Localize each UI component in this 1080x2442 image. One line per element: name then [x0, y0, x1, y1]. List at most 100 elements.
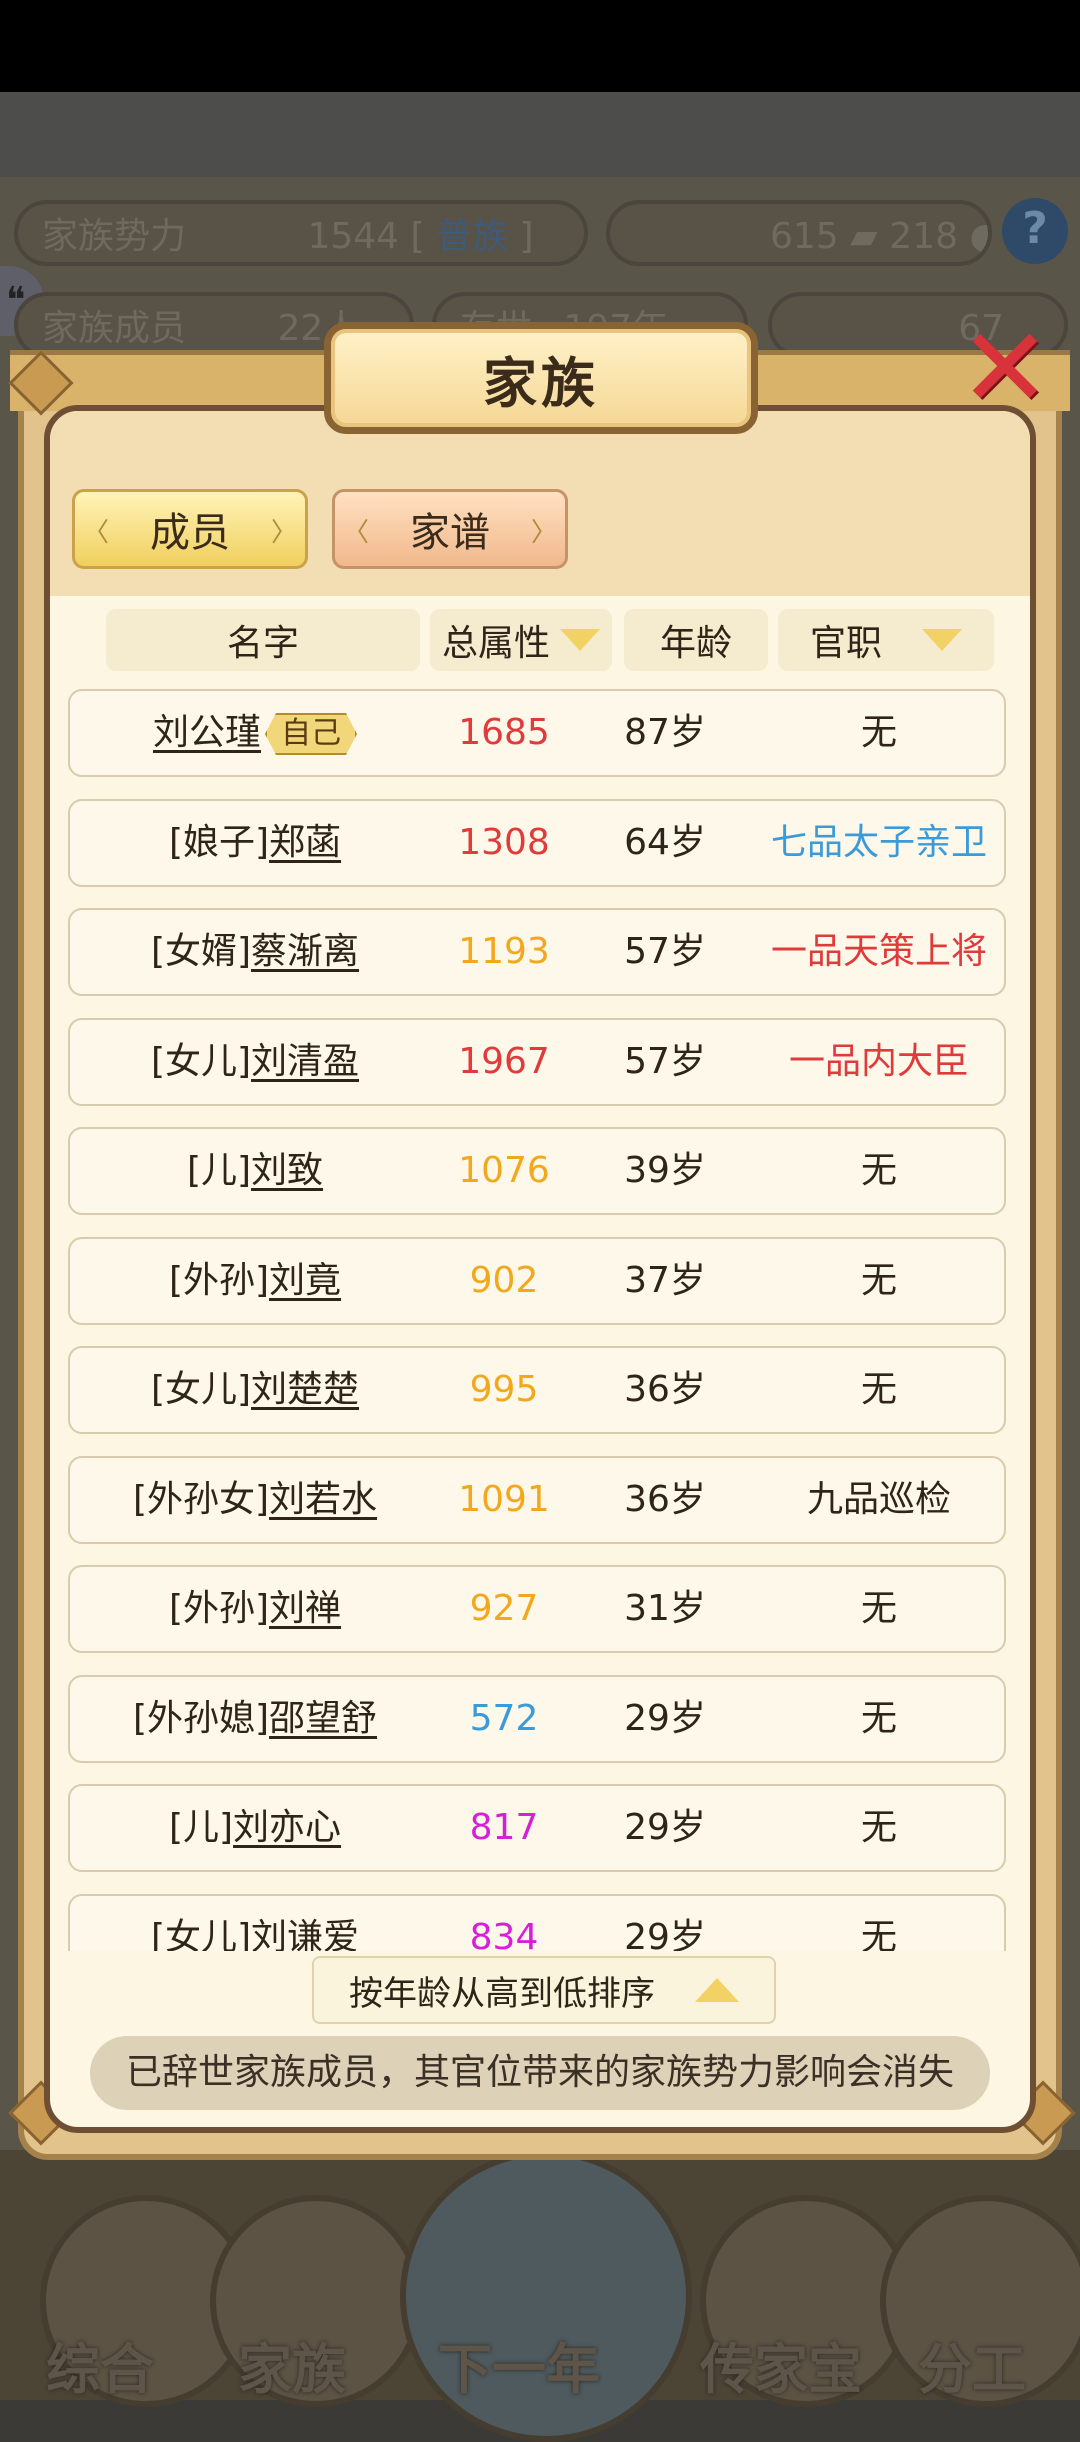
- member-position: 一品天策上将: [770, 931, 987, 972]
- member-list[interactable]: 刘公瑾 自己 1685 87岁无 [娘子]郑菡 1308 64岁 七品太子亲卫 [女婿]蔡渐离 1…: [50, 689, 1030, 1952]
- member-row[interactable]: [外孙]刘竟 902 37岁 无: [68, 1236, 1006, 1325]
- column-header-name-label: 名字: [226, 623, 299, 664]
- member-position: 无: [860, 1259, 897, 1301]
- member-position: 七品太子亲卫: [770, 821, 987, 863]
- member-attr: 834: [469, 1916, 539, 1952]
- member-row[interactable]: [儿]刘亦心 817 29岁 无: [68, 1784, 1006, 1872]
- member-row[interactable]: [女儿]刘谦爱 834 29岁 无: [68, 1893, 1006, 1952]
- member-name-link[interactable]: 刘禅: [269, 1588, 341, 1629]
- nav-label-division: 分工: [918, 2338, 1026, 2401]
- dialog-title: 家族: [483, 351, 599, 415]
- member-name-link[interactable]: 郑菡: [269, 822, 341, 863]
- tab-family-tree-label: 家谱: [410, 510, 490, 556]
- member-name-cell: 刘公瑾 自己: [70, 691, 440, 775]
- member-position: 无: [860, 1807, 897, 1848]
- member-relation: [女儿]: [150, 1040, 252, 1082]
- nav-label-next-year: 下一年: [438, 2338, 600, 2401]
- member-name-cell: [娘子]郑菡: [70, 801, 440, 885]
- member-name-link[interactable]: 蔡渐离: [251, 931, 359, 972]
- member-position: 无: [860, 1697, 897, 1739]
- chevron-left-icon: 〈: [83, 518, 110, 548]
- member-row[interactable]: [女儿]刘楚楚 995 36岁 无: [68, 1346, 1006, 1434]
- status-bar: [0, 0, 1080, 92]
- column-header-age-label: 年龄: [659, 623, 732, 664]
- tab-members[interactable]: 〈 成员 〉: [72, 489, 308, 569]
- column-header-age[interactable]: 年龄: [624, 609, 768, 671]
- member-relation: [外孙]: [168, 1588, 270, 1629]
- member-attr: 1685: [458, 712, 550, 753]
- member-age: 31岁: [624, 1588, 706, 1629]
- member-name-link[interactable]: 刘竟: [269, 1260, 341, 1301]
- member-attr: 995: [469, 1369, 539, 1410]
- member-attr: 1967: [458, 1040, 550, 1082]
- sort-up-icon: [695, 1978, 739, 2002]
- member-age: 87岁: [624, 712, 706, 753]
- chevron-left-icon: 〈: [343, 518, 370, 548]
- member-name-link[interactable]: 刘致: [251, 1150, 323, 1191]
- member-position: 无: [860, 1369, 897, 1410]
- member-name-cell: [儿]刘亦心: [70, 1786, 440, 1870]
- member-name-link[interactable]: 邵望舒: [269, 1698, 377, 1739]
- member-age: 37岁: [624, 1259, 706, 1301]
- member-relation: [女儿]: [150, 1916, 252, 1952]
- member-name-link[interactable]: 刘楚楚: [251, 1369, 359, 1410]
- member-relation: [娘子]: [168, 821, 270, 863]
- dialog-title-plaque: 家族: [324, 322, 758, 434]
- help-icon: ?: [1002, 198, 1068, 264]
- member-name-cell: [儿]刘致: [70, 1129, 440, 1213]
- member-row[interactable]: [女婿]蔡渐离 1193 57岁 一品天策上将: [68, 908, 1006, 996]
- member-age: 36岁: [624, 1478, 706, 1520]
- member-row[interactable]: [外孙]刘禅 927 31岁 无: [68, 1565, 1006, 1653]
- column-header-position[interactable]: 官职: [778, 609, 994, 671]
- column-header-attr-label: 总属性: [441, 623, 550, 664]
- column-header-position-label: 官职: [809, 623, 882, 664]
- member-attr: 927: [469, 1588, 539, 1629]
- member-age: 29岁: [624, 1807, 706, 1848]
- member-position: 无: [860, 712, 897, 753]
- tab-family-tree[interactable]: 〈 家谱 〉: [332, 489, 568, 569]
- background-top-band: [0, 92, 1080, 177]
- member-name-link[interactable]: 刘公瑾: [153, 712, 261, 753]
- sort-by-age-button[interactable]: 按年龄从高到低排序: [312, 1956, 776, 2024]
- member-relation: [外孙媳]: [132, 1697, 270, 1739]
- member-name-cell: [女儿]刘楚楚: [70, 1348, 440, 1432]
- member-row[interactable]: [外孙女]刘若水 1091 36岁 九品巡检: [68, 1455, 1006, 1544]
- member-name-link[interactable]: 刘谦爱: [251, 1917, 359, 1952]
- member-relation: [外孙女]: [132, 1478, 270, 1520]
- member-relation: [女婿]: [150, 931, 252, 972]
- nav-label-heirloom: 传家宝: [700, 2338, 862, 2401]
- member-name-link[interactable]: 刘若水: [269, 1479, 377, 1520]
- column-header-attr[interactable]: 总属性: [430, 609, 612, 671]
- member-attr: 817: [469, 1807, 539, 1848]
- member-attr: 572: [469, 1697, 539, 1739]
- member-name-cell: [外孙]刘禅: [70, 1567, 440, 1651]
- member-age: 29岁: [624, 1916, 706, 1952]
- member-name-cell: [外孙女]刘若水: [70, 1458, 440, 1542]
- member-name-link[interactable]: 刘清盈: [251, 1041, 359, 1082]
- member-relation: [儿]: [186, 1150, 252, 1191]
- member-position: 一品内大臣: [788, 1040, 969, 1082]
- self-badge: 自己: [265, 713, 357, 755]
- member-row[interactable]: [娘子]郑菡 1308 64岁 七品太子亲卫: [68, 798, 1006, 887]
- member-row[interactable]: 刘公瑾 自己 1685 87岁 无: [68, 689, 1006, 777]
- chevron-right-icon: 〉: [270, 518, 297, 548]
- member-row[interactable]: [儿]刘致 1076 39岁 无: [68, 1127, 1006, 1215]
- member-age: 64岁: [624, 821, 706, 863]
- nav-label-family: 家族: [238, 2338, 346, 2401]
- member-row[interactable]: [外孙媳]邵望舒 572 29岁 无: [68, 1674, 1006, 1763]
- member-row[interactable]: [女儿]刘清盈 1967 57岁 一品内大臣: [68, 1017, 1006, 1106]
- column-header-name: 名字: [106, 609, 420, 671]
- filter-down-icon: [922, 629, 962, 651]
- member-age: 57岁: [624, 931, 706, 972]
- close-button[interactable]: ✕: [950, 313, 1060, 428]
- sort-down-icon: [560, 629, 600, 651]
- member-position: 无: [860, 1588, 897, 1629]
- member-name-link[interactable]: 刘亦心: [233, 1807, 341, 1848]
- tab-members-label: 成员: [150, 510, 230, 556]
- member-name-cell: [女儿]刘清盈: [70, 1020, 440, 1104]
- member-name-cell: [女儿]刘谦爱: [70, 1896, 440, 1952]
- close-icon: ✕: [958, 304, 1052, 432]
- member-attr: 902: [469, 1259, 539, 1301]
- chevron-right-icon: 〉: [530, 518, 557, 548]
- member-relation: [外孙]: [168, 1259, 270, 1301]
